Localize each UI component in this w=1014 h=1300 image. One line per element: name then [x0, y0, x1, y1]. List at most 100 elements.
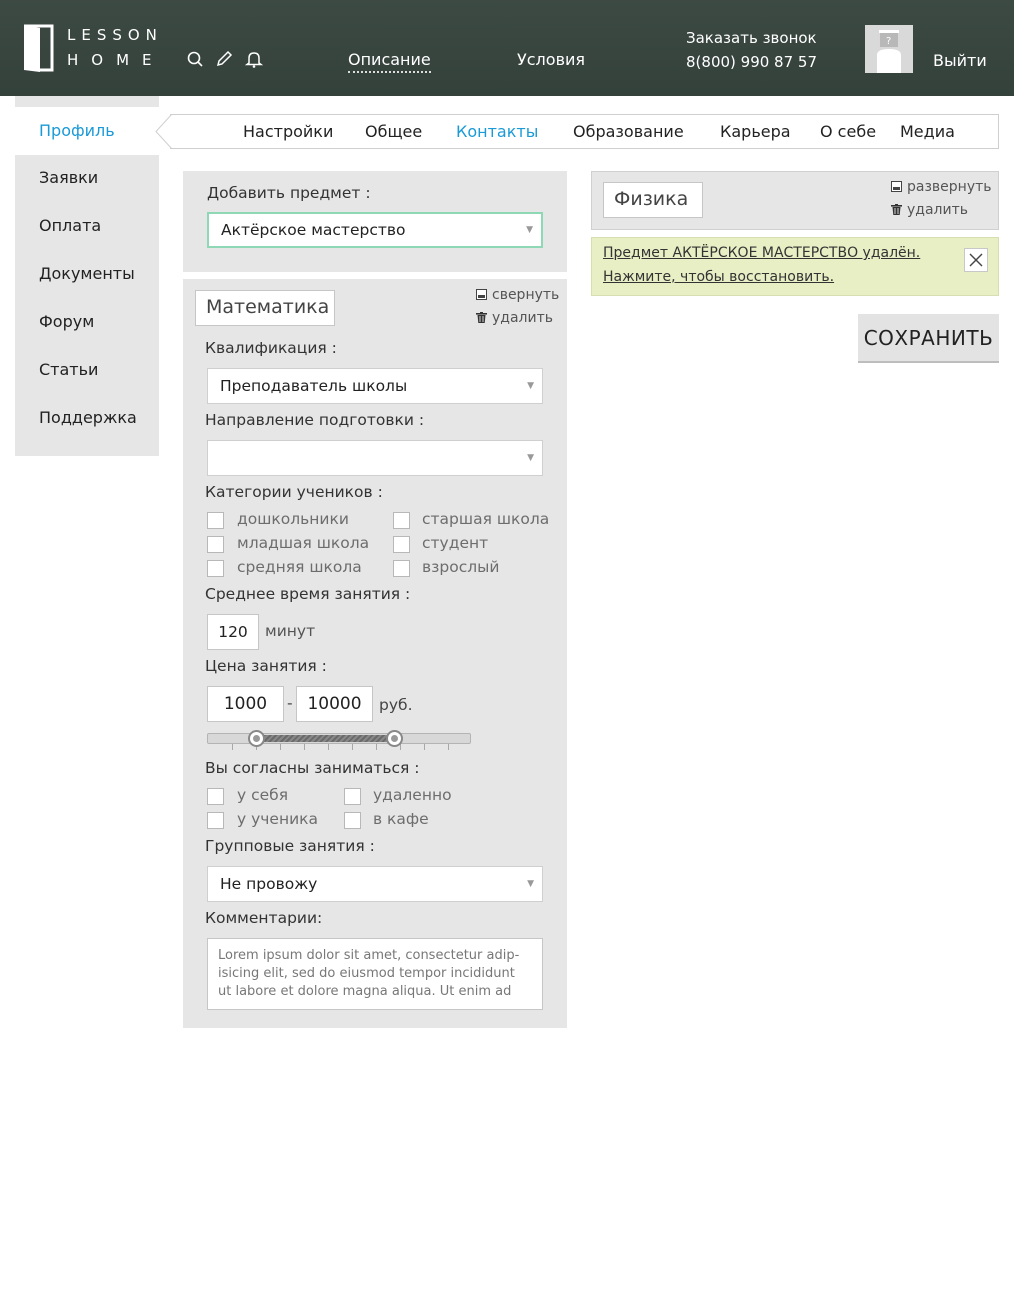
logo-text-top: LESSON [67, 26, 163, 44]
direction-select[interactable]: ▼ [207, 440, 543, 476]
delete-math-button[interactable]: удалить [476, 310, 553, 326]
checkbox-primary-school[interactable] [207, 536, 224, 553]
profile-tabs: Настройки Общее Контакты Образование Кар… [155, 114, 999, 149]
chevron-down-icon: ▼ [527, 381, 534, 391]
search-icon[interactable] [186, 50, 204, 68]
checkbox-preschool[interactable] [207, 512, 224, 529]
tab-contacts[interactable]: Контакты [456, 122, 538, 141]
logout-link[interactable]: Выйти [933, 51, 987, 70]
price-max-input[interactable]: 10000 [296, 686, 373, 722]
close-button[interactable] [964, 248, 988, 272]
sidebar-item-payment[interactable]: Оплата [15, 202, 159, 250]
price-label: Цена занятия : [205, 657, 327, 675]
pencil-icon[interactable] [215, 50, 233, 68]
save-button[interactable]: СОХРАНИТЬ [858, 314, 999, 363]
checkbox-middle-school[interactable] [207, 560, 224, 577]
subject-title-math: Математика [195, 290, 335, 326]
duration-input[interactable]: 120 [207, 614, 259, 650]
checkbox-remote[interactable] [344, 788, 361, 805]
expand-button[interactable]: развернуть [891, 179, 992, 195]
nav-description[interactable]: Описание [348, 50, 431, 73]
duration-label: Среднее время занятия : [205, 585, 411, 603]
chevron-down-icon: ▼ [527, 453, 534, 463]
checkbox-high-school[interactable] [393, 512, 410, 529]
checkbox-label-cafe: в кафе [373, 810, 429, 828]
add-subject-value: Актёрское мастерство [221, 221, 406, 239]
agree-label: Вы согласны заниматься : [205, 759, 420, 777]
price-min-input[interactable]: 1000 [207, 686, 284, 722]
tab-education[interactable]: Образование [573, 122, 684, 141]
deleted-subject-notice[interactable]: Предмет АКТЁРСКОЕ МАСТЕРСТВО удалён. Наж… [591, 237, 999, 296]
tab-arrow-notch [155, 114, 173, 149]
checkbox-at-student[interactable] [207, 812, 224, 829]
delete-physics-button[interactable]: удалить [891, 202, 968, 218]
chevron-down-icon: ▼ [527, 879, 534, 889]
checkbox-label-preschool: дошкольники [237, 510, 349, 528]
checkbox-adult[interactable] [393, 560, 410, 577]
tab-general[interactable]: Общее [365, 122, 422, 141]
checkbox-label-high-school: старшая школа [422, 510, 550, 528]
close-icon [969, 253, 983, 267]
tab-settings[interactable]: Настройки [243, 122, 333, 141]
tab-career[interactable]: Карьера [720, 122, 791, 141]
delete-label: удалить [492, 310, 553, 326]
slider-tick [424, 744, 425, 750]
expand-label: развернуть [907, 179, 992, 195]
chevron-down-icon: ▼ [526, 225, 533, 235]
comments-textarea[interactable]: Lorem ipsum dolor sit amet, consectetur … [207, 938, 543, 1010]
trash-icon [476, 312, 487, 323]
qualification-select[interactable]: Преподаватель школы ▼ [207, 368, 543, 404]
qualification-label: Квалификация : [205, 339, 337, 357]
expand-icon [891, 181, 902, 192]
price-range-fill [258, 735, 396, 742]
group-select[interactable]: Не провожу ▼ [207, 866, 543, 902]
avatar[interactable]: ? [865, 25, 913, 73]
slider-tick [328, 744, 329, 750]
checkbox-label-remote: удаленно [373, 786, 452, 804]
duration-unit: минут [265, 622, 316, 640]
phone-number[interactable]: 8(800) 990 87 57 [686, 50, 817, 74]
checkbox-label-at-student: у ученика [237, 810, 319, 828]
direction-label: Направление подготовки : [205, 411, 425, 429]
bell-icon[interactable] [244, 50, 264, 68]
collapse-button[interactable]: свернуть [476, 287, 559, 303]
slider-tick [352, 744, 353, 750]
trash-icon [891, 204, 902, 215]
collapse-icon [476, 289, 487, 300]
nav-conditions[interactable]: Условия [517, 50, 585, 69]
checkbox-at-home[interactable] [207, 788, 224, 805]
notice-line-restore[interactable]: Нажмите, чтобы восстановить. [603, 269, 834, 285]
qualification-value: Преподаватель школы [220, 377, 408, 395]
checkbox-label-middle-school: средняя школа [237, 558, 362, 576]
sidebar: Профиль Заявки Оплата Документы Форум Ст… [15, 96, 159, 456]
checkbox-label-primary-school: младшая школа [237, 534, 370, 552]
svg-text:?: ? [886, 36, 891, 47]
checkbox-cafe[interactable] [344, 812, 361, 829]
sidebar-item-profile[interactable]: Профиль [15, 107, 159, 155]
checkbox-student[interactable] [393, 536, 410, 553]
sidebar-item-articles[interactable]: Статьи [15, 346, 159, 394]
group-value: Не провожу [220, 875, 318, 893]
subject-title-physics: Физика [603, 182, 703, 218]
sidebar-item-requests[interactable]: Заявки [15, 154, 159, 202]
price-range-slider[interactable] [207, 733, 471, 750]
slider-tick [400, 744, 401, 750]
callback-block[interactable]: Заказать звонок 8(800) 990 87 57 [686, 26, 817, 74]
add-subject-select[interactable]: Актёрское мастерство ▼ [207, 212, 543, 248]
callback-label[interactable]: Заказать звонок [686, 26, 817, 50]
notice-line-deleted[interactable]: Предмет АКТЁРСКОЕ МАСТЕРСТВО удалён. [603, 245, 920, 261]
delete-physics-label: удалить [907, 202, 968, 218]
sidebar-item-support[interactable]: Поддержка [15, 394, 159, 442]
comments-label: Комментарии: [205, 909, 323, 927]
price-max-handle[interactable] [386, 730, 403, 747]
slider-tick [232, 744, 233, 750]
logo[interactable]: LESSON HOME [22, 24, 162, 74]
price-min-handle[interactable] [248, 730, 265, 747]
slider-tick [376, 744, 377, 750]
sidebar-item-documents[interactable]: Документы [15, 250, 159, 298]
price-dash: - [287, 694, 293, 712]
tab-about[interactable]: О себе [820, 122, 876, 141]
tab-media[interactable]: Медиа [900, 122, 955, 141]
slider-tick [448, 744, 449, 750]
sidebar-item-forum[interactable]: Форум [15, 298, 159, 346]
